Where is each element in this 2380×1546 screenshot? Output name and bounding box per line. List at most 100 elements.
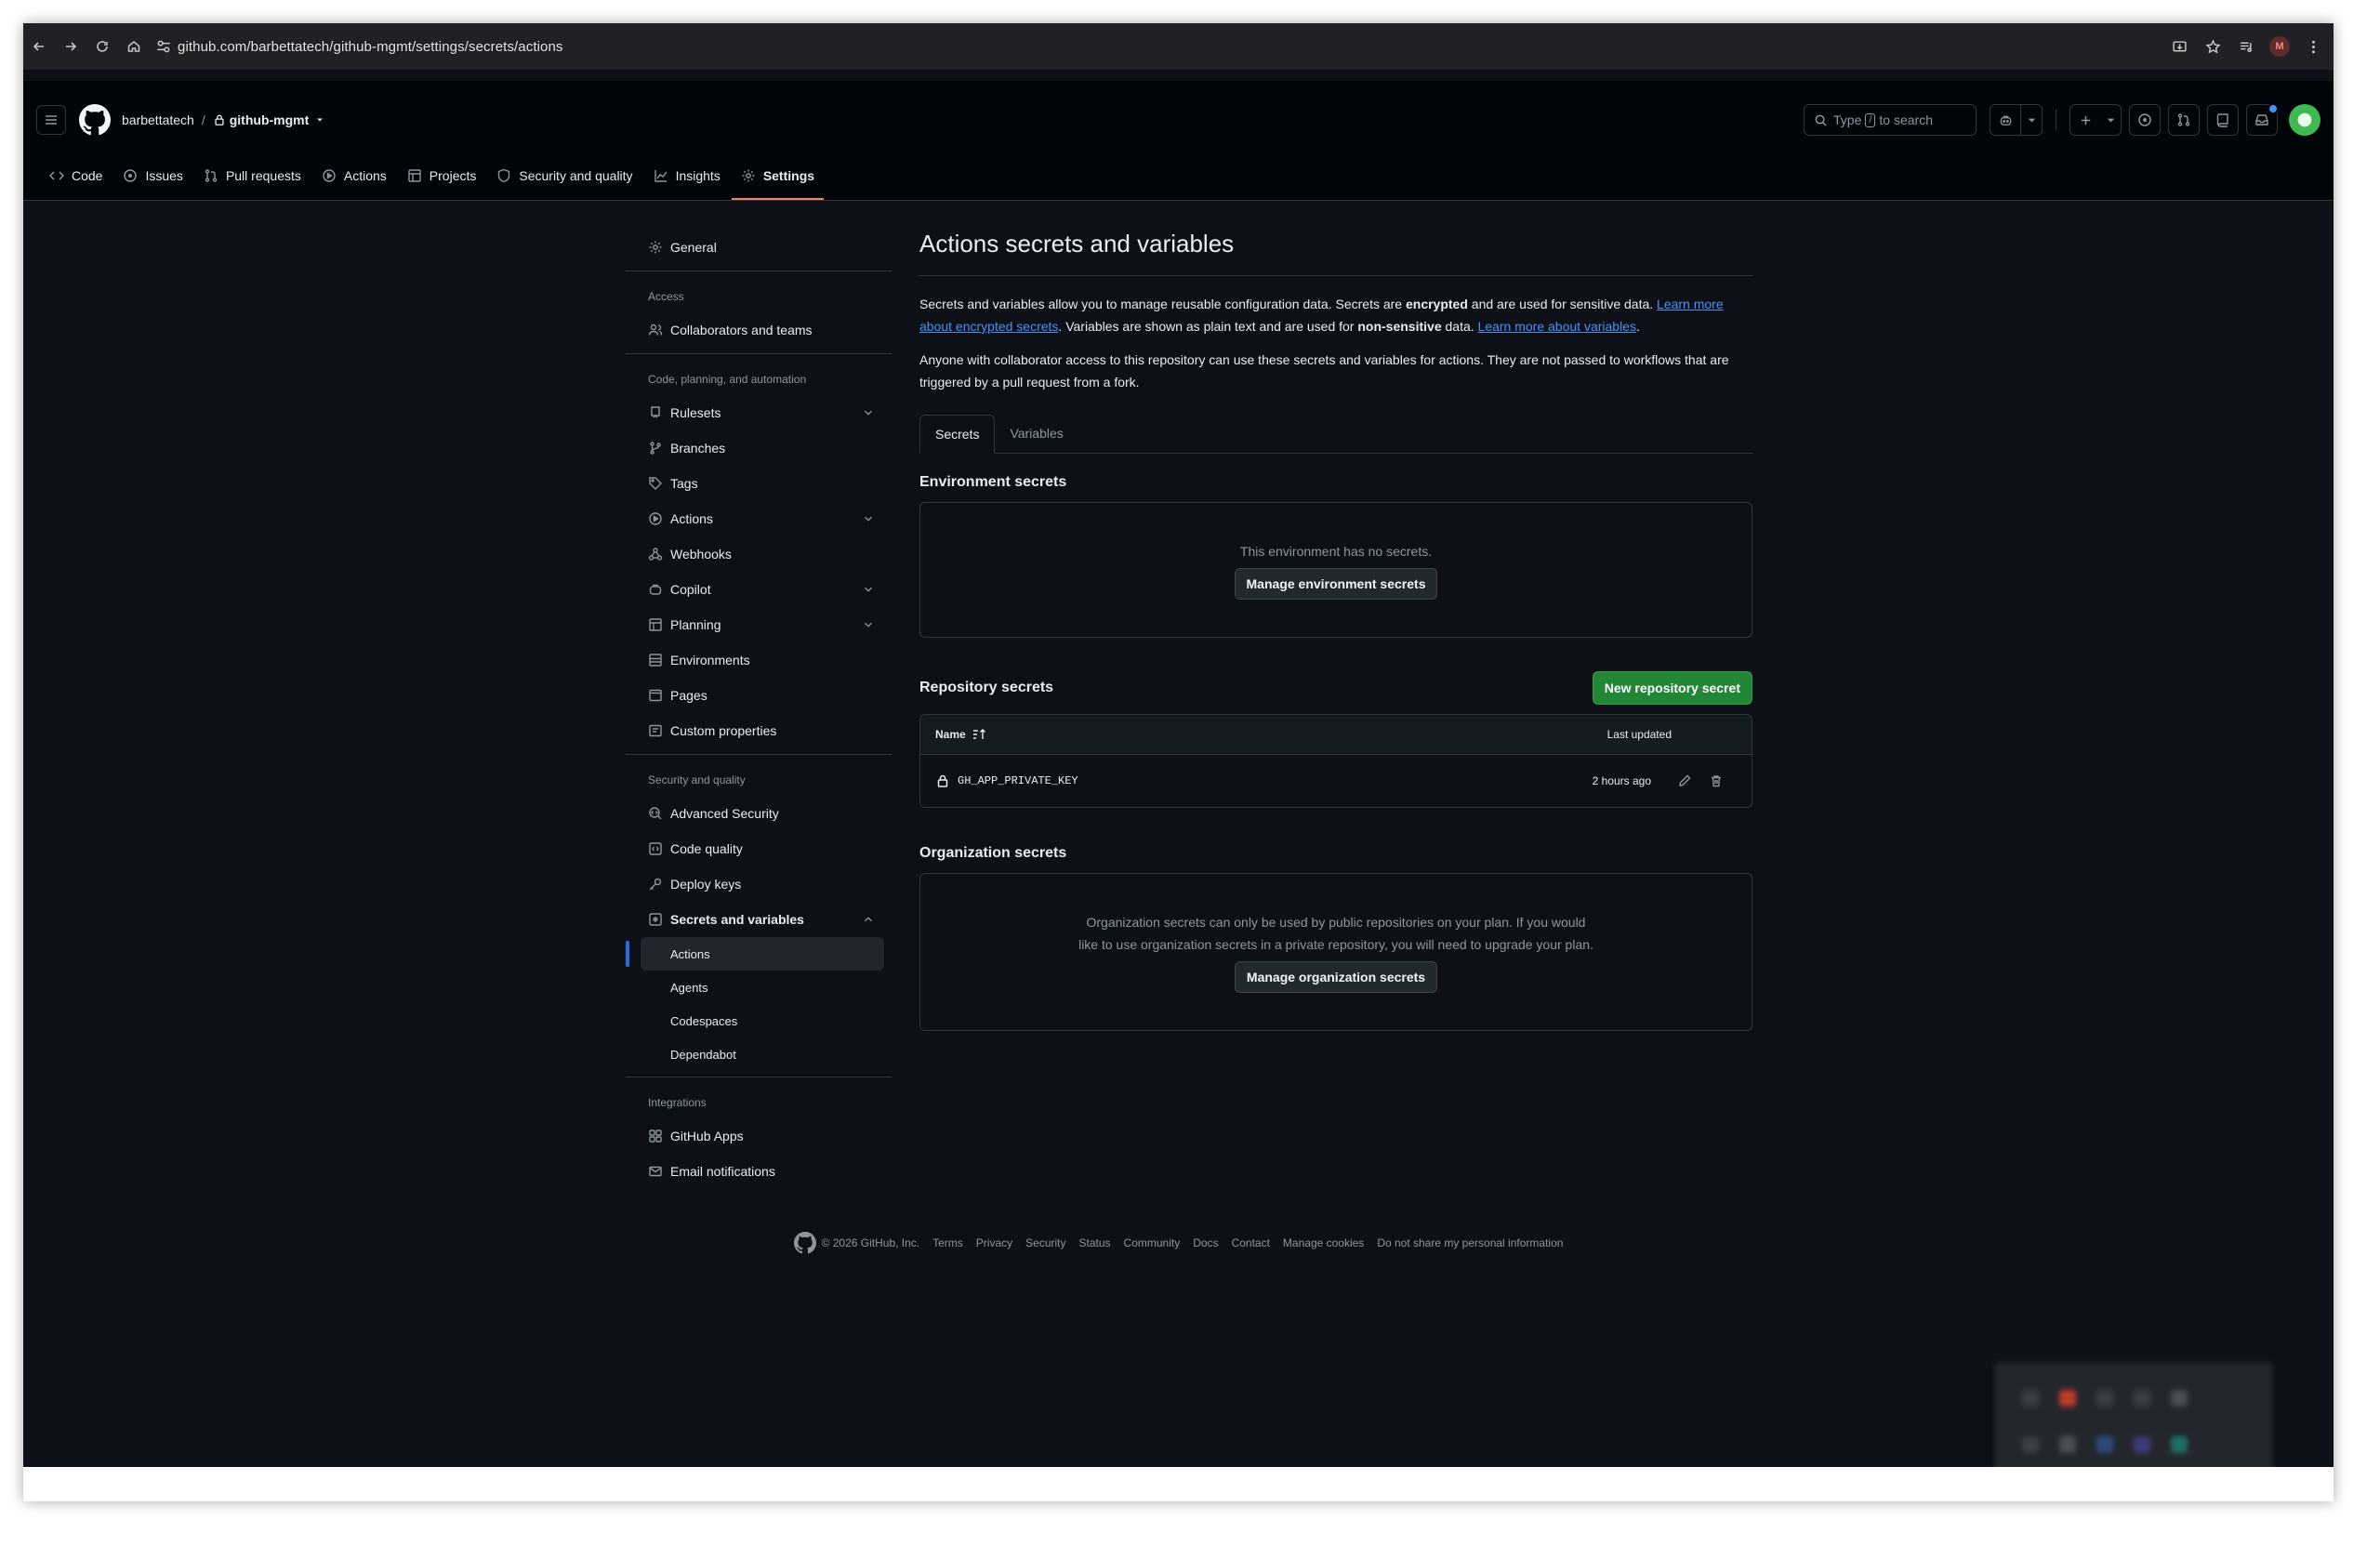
tab-actions[interactable]: Actions: [312, 163, 396, 189]
sidebar-item-tags[interactable]: Tags: [626, 466, 892, 501]
back-icon[interactable]: [23, 31, 55, 62]
pencil-icon[interactable]: [1677, 773, 1692, 788]
sidebar-item-collaborators[interactable]: Collaborators and teams: [626, 312, 892, 348]
sidebar-item-general[interactable]: General: [626, 230, 892, 265]
github-logo-icon[interactable]: [79, 104, 111, 136]
sidebar-item-branches[interactable]: Branches: [626, 430, 892, 466]
sidebar-item-label: Email notifications: [670, 1164, 775, 1179]
footer-link-do-not-share[interactable]: Do not share my personal information: [1377, 1236, 1563, 1249]
webhook-icon: [648, 548, 663, 561]
play-icon: [649, 512, 662, 525]
environment-secrets-box: This environment has no secrets. Manage …: [919, 502, 1752, 638]
sidebar-item-webhooks[interactable]: Webhooks: [626, 536, 892, 572]
shield-icon: [498, 168, 510, 183]
sidebar-item-label: Collaborators and teams: [670, 323, 813, 337]
footer-link-terms[interactable]: Terms: [932, 1236, 963, 1249]
hamburger-menu-icon[interactable]: [36, 105, 66, 135]
new-repository-secret-button[interactable]: New repository secret: [1592, 671, 1752, 705]
site-settings-icon[interactable]: [155, 38, 172, 55]
sidebar-item-label: Secrets and variables: [670, 912, 804, 927]
sidebar-subitem-dependabot[interactable]: Dependabot: [626, 1037, 892, 1071]
footer-link-docs[interactable]: Docs: [1193, 1236, 1218, 1249]
owner-link[interactable]: barbettatech: [122, 112, 194, 127]
create-new-button[interactable]: [2069, 104, 2122, 136]
reload-icon[interactable]: [86, 31, 118, 62]
sidebar-item-deploy-keys[interactable]: Deploy keys: [626, 866, 892, 902]
footer: © 2026 GitHub, Inc. Terms Privacy Securi…: [23, 1232, 2334, 1254]
sidebar-item-label: Custom properties: [670, 723, 777, 738]
sidebar-item-custom-properties[interactable]: Custom properties: [626, 713, 892, 748]
repository-secrets-table: Name Last updated GH_APP_PRIVATE_KEY 2 h…: [919, 714, 1752, 808]
bookmark-star-icon[interactable]: [2202, 35, 2224, 58]
tag-icon: [649, 477, 662, 490]
sidebar-item-environments[interactable]: Environments: [626, 642, 892, 678]
name-column-header[interactable]: Name: [935, 728, 966, 741]
footer-link-status[interactable]: Status: [1079, 1236, 1111, 1249]
tab-variables[interactable]: Variables: [995, 414, 1078, 453]
note-icon: [649, 724, 662, 737]
sidebar-subitem-agents[interactable]: Agents: [626, 971, 892, 1004]
repo-name-link[interactable]: github-mgmt: [230, 112, 310, 127]
github-logo-icon[interactable]: [793, 1232, 816, 1254]
sidebar-item-label: Branches: [670, 441, 726, 456]
collaborator-paragraph: Anyone with collaborator access to this …: [919, 352, 1729, 390]
organization-empty-text-line1: Organization secrets can only be used by…: [1086, 915, 1586, 930]
profile-avatar[interactable]: M: [2268, 35, 2291, 58]
notification-dot: [2268, 103, 2279, 114]
manage-organization-secrets-button[interactable]: Manage organization secrets: [1234, 961, 1438, 993]
address-bar[interactable]: github.com/barbettatech/github-mgmt/sett…: [155, 31, 2168, 62]
sidebar-item-github-apps[interactable]: GitHub Apps: [626, 1118, 892, 1154]
codescan-icon: [649, 807, 662, 820]
manage-environment-secrets-button[interactable]: Manage environment secrets: [1234, 568, 1438, 600]
sidebar-item-planning[interactable]: Planning: [626, 607, 892, 642]
tab-issues[interactable]: Issues: [113, 163, 192, 189]
trash-icon[interactable]: [1709, 773, 1724, 788]
footer-link-contact[interactable]: Contact: [1232, 1236, 1270, 1249]
sidebar-subitem-actions[interactable]: Actions: [626, 937, 884, 971]
user-avatar[interactable]: [2289, 104, 2320, 136]
media-controls-icon[interactable]: [2235, 35, 2257, 58]
pull-requests-button[interactable]: [2168, 104, 2200, 136]
sidebar-item-actions[interactable]: Actions: [626, 501, 892, 536]
learn-more-variables-link[interactable]: Learn more about variables: [1478, 319, 1636, 334]
forward-icon[interactable]: [55, 31, 86, 62]
sidebar-heading-access: Access: [648, 290, 684, 303]
search-input[interactable]: Type / to search: [1804, 104, 1977, 136]
url-text[interactable]: github.com/barbettatech/github-mgmt/sett…: [178, 39, 563, 55]
sidebar-item-label: Actions: [670, 511, 713, 526]
home-icon[interactable]: [118, 31, 150, 62]
sort-ascending-icon[interactable]: [972, 727, 986, 742]
sidebar-item-pages[interactable]: Pages: [626, 678, 892, 713]
footer-link-security[interactable]: Security: [1025, 1236, 1065, 1249]
tab-secrets[interactable]: Secrets: [919, 415, 996, 454]
tab-settings[interactable]: Settings: [731, 163, 825, 200]
footer-link-manage-cookies[interactable]: Manage cookies: [1283, 1236, 1364, 1249]
copilot-menu-button[interactable]: [1990, 104, 2043, 136]
issues-button[interactable]: [2129, 104, 2161, 136]
sidebar-subitem-codespaces[interactable]: Codespaces: [626, 1004, 892, 1037]
tab-code[interactable]: Code: [40, 163, 112, 189]
repositories-button[interactable]: [2207, 104, 2239, 136]
tab-label: Settings: [762, 168, 815, 183]
footer-link-community[interactable]: Community: [1124, 1236, 1181, 1249]
tab-security[interactable]: Security and quality: [487, 163, 641, 189]
sidebar-item-copilot[interactable]: Copilot: [626, 572, 892, 607]
caret-down-icon[interactable]: [314, 114, 325, 126]
notifications-button[interactable]: [2246, 103, 2279, 136]
tab-label: Security and quality: [519, 168, 633, 183]
sidebar-item-secrets-and-variables[interactable]: Secrets and variables: [626, 902, 892, 937]
install-app-icon[interactable]: [2168, 35, 2190, 58]
sidebar-item-code-quality[interactable]: Code quality: [626, 831, 892, 866]
tab-insights[interactable]: Insights: [644, 163, 730, 189]
sidebar-item-email-notifications[interactable]: Email notifications: [626, 1154, 892, 1189]
tab-pull-requests[interactable]: Pull requests: [194, 163, 311, 189]
tab-projects[interactable]: Projects: [398, 163, 486, 189]
sidebar-item-label: Copilot: [670, 582, 711, 597]
sidebar-item-advanced-security[interactable]: Advanced Security: [626, 796, 892, 831]
kebab-menu-icon[interactable]: [2302, 35, 2324, 58]
tab-label: Projects: [429, 168, 477, 183]
issue-icon: [2138, 113, 2151, 126]
sidebar-item-rulesets[interactable]: Rulesets: [626, 395, 892, 430]
footer-link-privacy[interactable]: Privacy: [976, 1236, 1012, 1249]
sidebar-item-label: Deploy keys: [670, 877, 742, 892]
